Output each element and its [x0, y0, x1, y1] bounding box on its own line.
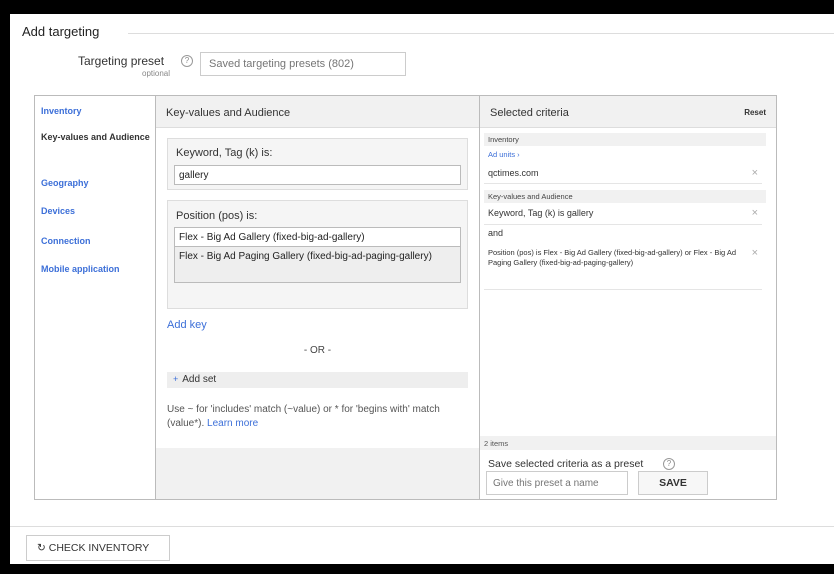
- selected-criteria-column: Selected criteria Reset Inventory Ad uni…: [480, 96, 776, 499]
- refresh-icon: ↻: [37, 542, 46, 554]
- check-inventory-label: CHECK INVENTORY: [48, 542, 150, 554]
- targeting-frame: Add targeting Targeting preset optional …: [10, 14, 834, 564]
- reset-button[interactable]: Reset: [744, 108, 766, 117]
- save-button[interactable]: SAVE: [638, 471, 708, 495]
- nav-item-key-values[interactable]: Key-values and Audience: [41, 130, 151, 144]
- add-set-label: Add set: [182, 374, 217, 385]
- ad-units-label[interactable]: Ad units ›: [488, 150, 520, 159]
- targeting-panel: Inventory Key-values and Audience Geogra…: [34, 95, 777, 500]
- nav-item-connection[interactable]: Connection: [41, 234, 151, 248]
- add-set-button[interactable]: + Add set: [167, 372, 468, 388]
- nav-item-mobile-application[interactable]: Mobile application: [41, 262, 151, 276]
- learn-more-link[interactable]: Learn more: [207, 418, 258, 429]
- title-divider: [128, 33, 834, 34]
- or-separator: - OR -: [303, 345, 332, 356]
- help-icon[interactable]: ?: [181, 55, 193, 67]
- selected-criteria-title: Selected criteria: [490, 107, 569, 119]
- key-values-criteria-header: Key-values and Audience: [484, 190, 766, 203]
- criteria-row: qctimes.com ×: [484, 162, 762, 184]
- footer-divider: [10, 526, 834, 527]
- criteria-and: and: [488, 228, 504, 238]
- plus-icon: +: [173, 374, 179, 384]
- section-title: Add targeting: [22, 24, 100, 39]
- keyword-value[interactable]: gallery: [174, 165, 461, 185]
- nav-item-inventory[interactable]: Inventory: [41, 104, 151, 118]
- preset-name-input[interactable]: [486, 471, 628, 495]
- criteria-row: Keyword, Tag (k) is gallery ×: [484, 206, 762, 225]
- position-value[interactable]: Flex - Big Ad Gallery (fixed-big-ad-gall…: [174, 227, 461, 247]
- remove-icon[interactable]: ×: [752, 208, 758, 219]
- keyword-box: Keyword, Tag (k) is: gallery: [167, 138, 468, 190]
- remove-icon[interactable]: ×: [752, 248, 758, 259]
- key-values-heading: Key-values and Audience: [156, 96, 479, 128]
- add-key-link[interactable]: Add key: [167, 319, 207, 331]
- nav-item-devices[interactable]: Devices: [41, 204, 151, 218]
- check-inventory-button[interactable]: ↻ CHECK INVENTORY: [26, 535, 170, 561]
- keyword-criterion: Keyword, Tag (k) is gallery: [488, 208, 594, 218]
- targeting-nav: Inventory Key-values and Audience Geogra…: [35, 96, 155, 499]
- position-value[interactable]: Flex - Big Ad Paging Gallery (fixed-big-…: [174, 246, 461, 283]
- save-preset-label: Save selected criteria as a preset: [488, 458, 644, 470]
- selected-criteria-heading: Selected criteria Reset: [480, 96, 776, 128]
- preset-select[interactable]: [200, 52, 406, 76]
- keyword-label: Keyword, Tag (k) is:: [176, 147, 273, 159]
- position-label: Position (pos) is:: [176, 210, 258, 222]
- help-icon[interactable]: ?: [663, 458, 675, 470]
- items-count: 2 items: [480, 436, 776, 450]
- ad-unit-value: qctimes.com: [488, 168, 539, 178]
- nav-item-geography[interactable]: Geography: [41, 176, 151, 190]
- key-values-column: Key-values and Audience Keyword, Tag (k)…: [155, 96, 480, 499]
- criteria-row: Position (pos) is Flex - Big Ad Gallery …: [484, 246, 762, 290]
- position-criterion: Position (pos) is Flex - Big Ad Gallery …: [488, 248, 737, 267]
- inventory-criteria-header: Inventory: [484, 133, 766, 146]
- preset-optional-label: optional: [142, 69, 171, 78]
- middle-footer: [156, 448, 479, 499]
- remove-icon[interactable]: ×: [752, 168, 758, 179]
- position-box: Position (pos) is: Flex - Big Ad Gallery…: [167, 200, 468, 309]
- preset-label: Targeting preset: [78, 54, 165, 68]
- match-hint: Use ~ for 'includes' match (~value) or *…: [167, 403, 467, 431]
